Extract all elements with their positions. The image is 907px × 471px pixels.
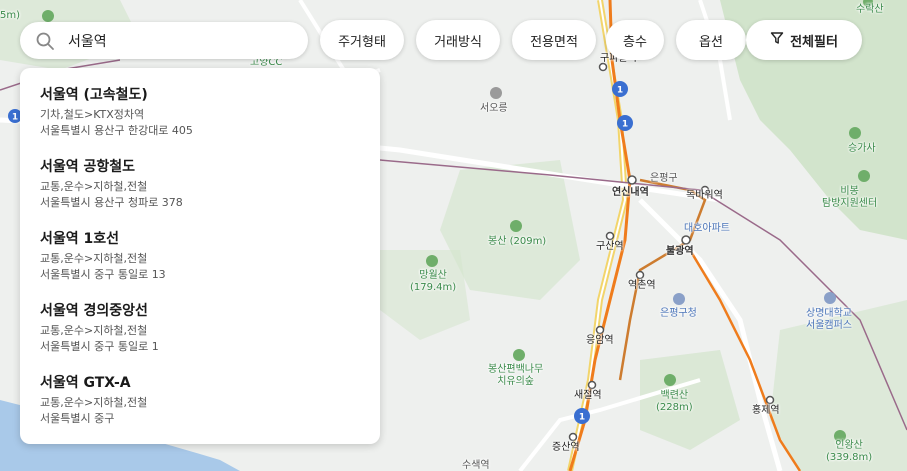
- search-suggestions: 서울역 (고속철도) 기차,철도>KTX정차역 서울특별시 용산구 한강대로 4…: [20, 68, 380, 444]
- filter-housing-type-label: 주거형태: [338, 34, 386, 50]
- suggestion-title: 서울역 (고속철도): [40, 87, 148, 103]
- map-label-bongsan-forest: 봉산편백나무 치유의숲: [488, 364, 544, 387]
- map-label-bulgwang: 불광역: [666, 246, 694, 257]
- map-label-sangmyung: 상명대학교 서울캠퍼스: [806, 308, 852, 331]
- map-label-mangwolsan: 망월산 (179.4m): [410, 270, 457, 293]
- map-label-seooreung: 서오릉: [480, 103, 508, 114]
- filter-options-label: 옵션: [699, 34, 723, 50]
- suggestion-item[interactable]: 서울역 GTX-A 교통,운수>지하철,전철 서울특별시 중구: [40, 374, 360, 446]
- map-label-yeokchon: 역촌역: [628, 280, 656, 291]
- route-badge-number: 1: [579, 413, 585, 423]
- filter-floor-label: 층수: [623, 34, 647, 50]
- filter-deal-type-label: 거래방식: [434, 34, 482, 50]
- map-label-saejeol: 새절역: [574, 390, 602, 401]
- suggestion-address: 서울특별시 중구 통일로 13: [40, 268, 166, 281]
- search-input[interactable]: [68, 32, 288, 49]
- map-label-hongje: 홍제역: [752, 405, 780, 416]
- suggestion-address: 서울특별시 용산구 청파로 378: [40, 196, 183, 209]
- route-badge-number: 1: [12, 113, 18, 123]
- suggestion-title: 서울역 1호선: [40, 231, 120, 247]
- filter-area[interactable]: 전용면적: [512, 20, 596, 60]
- suggestion-title: 서울역 경의중앙선: [40, 303, 148, 319]
- map-label-suraksan: 수락산: [856, 4, 884, 15]
- map-label-daeho-apt: 대호아파트: [684, 223, 730, 234]
- map-label-bibong: 비봉 탐방지원센터: [822, 186, 878, 209]
- map-label-inwangsan: 인왕산 (339.8m): [826, 440, 873, 463]
- suggestion-address: 서울특별시 용산구 한강대로 405: [40, 124, 193, 137]
- route-badge-number: 1: [617, 86, 623, 96]
- map-label-eunpyeong-office: 은평구청: [660, 308, 697, 319]
- map-label-jeungsan: 증산역: [552, 442, 580, 453]
- filter-deal-type[interactable]: 거래방식: [416, 20, 500, 60]
- filter-funnel-icon: [770, 31, 784, 49]
- suggestion-title: 서울역 GTX-A: [40, 375, 131, 391]
- map-label-dokbawi: 독바위역: [686, 190, 723, 201]
- suggestion-title: 서울역 공항철도: [40, 159, 136, 175]
- map-label-gusan: 구산역: [596, 241, 624, 252]
- filter-housing-type[interactable]: 주거형태: [320, 20, 404, 60]
- suggestion-category: 교통,운수>지하철,전철: [40, 324, 148, 337]
- suggestion-category: 교통,운수>지하철,전철: [40, 252, 148, 265]
- suggestion-category: 기차,철도>KTX정차역: [40, 108, 145, 121]
- suggestion-address: 서울특별시 중구 통일로 1: [40, 340, 159, 353]
- map-label-elevation: 5m): [0, 10, 21, 21]
- suggestion-category: 교통,운수>지하철,전철: [40, 396, 148, 409]
- route-badge-number: 1: [622, 120, 628, 130]
- map-label-bongsan: 봉산 (209m): [488, 236, 547, 247]
- suggestion-category: 교통,운수>지하철,전철: [40, 180, 148, 193]
- map-label-seunggasa: 승가사: [848, 143, 876, 154]
- suggestion-item[interactable]: 서울역 공항철도 교통,운수>지하철,전철 서울특별시 용산구 청파로 378: [40, 158, 360, 230]
- suggestion-item[interactable]: 서울역 경의중앙선 교통,운수>지하철,전철 서울특별시 중구 통일로 1: [40, 302, 360, 374]
- filter-options[interactable]: 옵션: [676, 20, 746, 60]
- suggestion-item[interactable]: 서울역 (고속철도) 기차,철도>KTX정차역 서울특별시 용산구 한강대로 4…: [40, 86, 360, 158]
- map-label-susaek: 수색역: [462, 460, 490, 471]
- suggestion-address: 서울특별시 중구: [40, 412, 115, 425]
- search-icon: [34, 30, 56, 52]
- filter-area-label: 전용면적: [530, 34, 578, 50]
- suggestion-item[interactable]: 서울역 1호선 교통,운수>지하철,전철 서울특별시 중구 통일로 13: [40, 230, 360, 302]
- search-bar[interactable]: [20, 22, 308, 59]
- map-label-baengnyeonsan: 백련산 (228m): [656, 390, 693, 413]
- all-filters-button[interactable]: 전체필터: [746, 20, 862, 60]
- map-label-yeonsinnae: 연신내역: [612, 187, 649, 198]
- map-label-eungam: 응암역: [586, 335, 614, 346]
- map-label-eunpyeong-gu: 은평구: [650, 173, 678, 184]
- filter-floor[interactable]: 층수: [606, 20, 664, 60]
- all-filters-label: 전체필터: [790, 34, 838, 50]
